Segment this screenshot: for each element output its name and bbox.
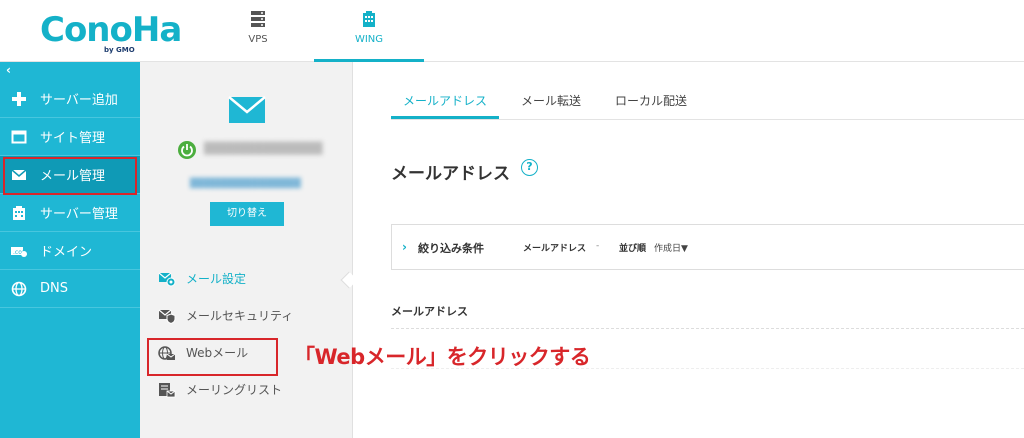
tab-wing[interactable]: WING: [314, 0, 424, 62]
mail-icon: [228, 96, 266, 123]
power-status-icon: [178, 141, 196, 159]
sidebar-item-label: DNS: [40, 281, 68, 296]
logo-sub: by GMO: [104, 46, 135, 54]
tab-mail-address[interactable]: メールアドレス: [391, 84, 500, 119]
tab-mail-forwarding[interactable]: メール転送: [509, 84, 593, 119]
conoha-logo[interactable]: ConoHa by GMO: [40, 10, 182, 54]
server-icon: [251, 11, 265, 27]
sidebar-item-label: サーバー追加: [40, 93, 118, 108]
highlight-box-mail-management: [3, 157, 137, 195]
menu-item-mail-settings[interactable]: メール設定: [140, 260, 353, 297]
divider: [391, 328, 1024, 329]
tab-vps[interactable]: VPS: [228, 0, 288, 62]
plus-icon: [10, 90, 28, 108]
sidebar-item-site[interactable]: サイト管理: [0, 118, 140, 156]
sidebar-item-label: サイト管理: [40, 131, 106, 146]
instruction-annotation: 「Webメール」をクリックする: [294, 345, 591, 369]
domain-icon: .com: [10, 242, 28, 260]
account-domain-redacted: ██████████████: [204, 142, 323, 155]
building-icon: [363, 11, 375, 27]
tab-local-delivery[interactable]: ローカル配送: [603, 84, 699, 119]
sidebar-item-add-server[interactable]: サーバー追加: [0, 80, 140, 118]
sort-select[interactable]: 作成日▼: [654, 241, 688, 254]
menu-item-label: メーリングリスト: [186, 383, 283, 397]
mail-security-icon: [158, 307, 176, 325]
menu-item-mailing-list[interactable]: メーリングリスト: [140, 371, 353, 408]
menu-item-label: メール設定: [186, 272, 247, 286]
filter-bar: › 絞り込み条件 メールアドレス - 並び順 作成日▼: [391, 224, 1024, 270]
window-icon: [10, 128, 28, 146]
sidebar-item-domain[interactable]: .com ドメイン: [0, 232, 140, 270]
sort-label: 並び順: [619, 244, 647, 254]
top-header: ConoHa by GMO VPS WING: [0, 0, 1024, 62]
switch-button[interactable]: 切り替え: [210, 202, 284, 226]
highlight-box-webmail: [147, 338, 278, 376]
collapse-sidebar-button[interactable]: ‹: [0, 62, 140, 80]
chevron-right-icon[interactable]: ›: [402, 240, 407, 254]
sidebar: ‹ サーバー追加 サイト管理 メール管理 サーバー管理 .com ドメイン DN…: [0, 62, 140, 438]
mail-menu: メール設定 メールセキュリティ Webメール メーリングリスト: [140, 260, 353, 408]
tab-wing-label: WING: [354, 34, 384, 45]
sidebar-item-dns[interactable]: DNS: [0, 270, 140, 308]
menu-item-mail-security[interactable]: メールセキュリティ: [140, 297, 353, 334]
mail-subtabs: メールアドレス メール転送 ローカル配送: [391, 84, 1024, 120]
sidebar-item-server-management[interactable]: サーバー管理: [0, 194, 140, 232]
tab-vps-label: VPS: [248, 34, 268, 45]
page-title: メールアドレス: [391, 164, 510, 184]
help-icon[interactable]: ?: [521, 159, 538, 176]
sidebar-item-label: サーバー管理: [40, 207, 118, 222]
column-header-mail-address[interactable]: メールアドレス: [391, 303, 468, 319]
account-panel: ██████████████ ████████████████ 切り替え メール…: [140, 62, 353, 438]
menu-item-label: メールセキュリティ: [186, 309, 294, 323]
filter-field-value: -: [596, 241, 600, 251]
main-content: メールアドレス メール転送 ローカル配送 メールアドレス ? › 絞り込み条件 …: [354, 62, 1024, 438]
sidebar-item-label: ドメイン: [40, 245, 93, 260]
globe-icon: [10, 280, 28, 298]
mail-settings-icon: [158, 270, 176, 288]
building-icon: [10, 204, 28, 222]
mailing-list-icon: [158, 381, 176, 399]
logo-text: ConoHa: [40, 10, 182, 50]
account-id-redacted: ████████████████: [190, 179, 301, 189]
filter-field-label: メールアドレス: [523, 244, 587, 254]
filter-toggle[interactable]: 絞り込み条件: [418, 240, 484, 256]
